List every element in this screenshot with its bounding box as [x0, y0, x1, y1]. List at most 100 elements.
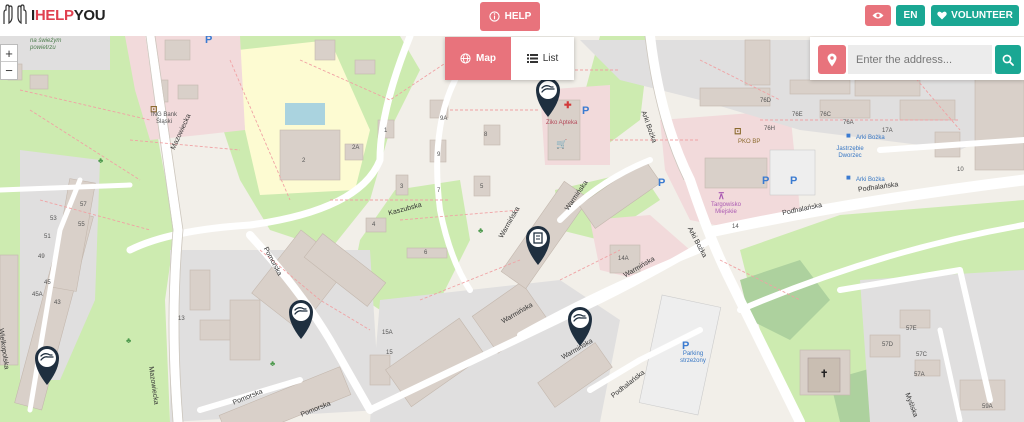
house-number: 76H [764, 126, 776, 132]
house-number: 2 [302, 158, 306, 164]
view-toggle: Map List [445, 37, 574, 80]
helping-hand-marker-icon [536, 78, 560, 117]
house-number: 15A [382, 330, 393, 336]
parking-icon: P [790, 175, 798, 187]
tree-icon: ♣ [270, 359, 276, 368]
parking-icon: P [762, 175, 770, 187]
help-request-marker[interactable] [287, 298, 315, 340]
house-number: 9 [437, 152, 441, 158]
house-number: 45 [44, 280, 51, 286]
marketplace-icon: ⊼ [718, 191, 725, 201]
map-view-tab[interactable]: Map [445, 37, 511, 80]
map-label-station: Jastrzębie Dworzec [836, 146, 864, 159]
house-number: 1 [384, 128, 388, 134]
map-label-market: Targowisko Miejskie [710, 202, 741, 215]
list-view-tab[interactable]: List [511, 37, 574, 80]
hands-logo-icon [3, 4, 27, 25]
help-request-marker[interactable] [534, 76, 562, 118]
house-number: 15 [386, 350, 393, 356]
church-icon: ✝ [820, 369, 829, 380]
house-number: 57 [80, 202, 87, 208]
house-number: 9A [440, 116, 448, 122]
eye-icon [872, 12, 884, 19]
house-number: 13 [178, 316, 185, 322]
map-label-bank: PKO BP [738, 139, 761, 145]
map-tiles [0, 36, 1024, 422]
house-number: 14A [618, 256, 629, 262]
pharmacy-icon: ✚ [564, 100, 572, 110]
address-input[interactable] [848, 45, 992, 74]
house-number: 55 [78, 222, 85, 228]
house-number: 76C [820, 112, 832, 118]
house-number: 5 [480, 184, 484, 190]
tree-icon: ♣ [478, 226, 484, 235]
house-number: 76D [760, 98, 772, 104]
top-bar: IHELPYOU HELP EN VOLUNTEER [0, 0, 1024, 36]
house-number: 57D [882, 342, 894, 348]
house-number: 45A [32, 292, 43, 298]
house-number: 2A [352, 145, 360, 151]
document-marker-icon [526, 226, 550, 265]
house-number: 10 [957, 167, 964, 173]
house-number: 57A [914, 372, 925, 378]
helping-hand-marker-icon [568, 307, 592, 346]
house-number: 7 [437, 188, 441, 194]
parking-icon: P [582, 105, 590, 117]
house-number: 8 [484, 132, 488, 138]
zoom-control: + − [0, 44, 18, 80]
house-number: 49 [38, 254, 45, 260]
info-icon [489, 11, 500, 22]
map-view-label: Map [476, 53, 496, 64]
help-button[interactable]: HELP [480, 2, 540, 31]
map-label-bank: ING Bank Śląski [150, 112, 177, 125]
map-pin-icon [827, 53, 837, 66]
volunteer-button[interactable]: VOLUNTEER [931, 5, 1019, 26]
house-number: 53 [50, 216, 57, 222]
help-request-marker[interactable] [524, 224, 552, 266]
map-label-bus-stop: Arki Bożka [856, 177, 885, 183]
accessibility-button[interactable] [865, 5, 891, 26]
map-label-pharmacy: Ziko Apteka [546, 120, 578, 126]
search-icon [1002, 54, 1014, 66]
map-canvas[interactable]: na świeżym powietrzu ⊡ ING Bank Śląski M… [0, 36, 1024, 422]
house-number: 6 [424, 250, 428, 256]
house-number: 59A [982, 404, 993, 410]
help-button-label: HELP [504, 11, 532, 22]
bank-icon: ⊡ [734, 126, 742, 136]
map-label-bus-stop: Arki Bożka [856, 135, 885, 141]
language-button[interactable]: EN [896, 5, 925, 26]
globe-icon [460, 53, 471, 64]
house-number: 76E [792, 112, 803, 118]
helping-hand-marker-icon [35, 346, 59, 385]
heart-icon [937, 11, 947, 20]
tree-icon: ♣ [98, 156, 104, 165]
parking-icon: P [205, 36, 213, 46]
zoom-in-button[interactable]: + [1, 45, 17, 62]
house-number: 3 [400, 184, 404, 190]
map-label-parking: Parking strzeżony [680, 351, 706, 364]
helping-hand-marker-icon [289, 300, 313, 339]
list-icon [526, 54, 538, 63]
map-label-green-area: na świeżym powietrzu [30, 38, 62, 51]
list-view-label: List [542, 53, 559, 64]
house-number: 43 [54, 300, 61, 306]
locate-button[interactable] [818, 45, 846, 74]
tree-icon: ♣ [126, 336, 132, 345]
search-button[interactable] [995, 45, 1021, 74]
shop-icon: 🛒 [556, 139, 568, 149]
bus-stop-icon: ■ [846, 173, 851, 182]
house-number: 57E [906, 326, 917, 332]
bus-stop-icon: ■ [846, 131, 851, 140]
help-request-marker[interactable] [566, 305, 594, 347]
house-number: 4 [372, 222, 376, 228]
house-number: 76A [843, 120, 854, 126]
zoom-out-button[interactable]: − [1, 62, 17, 79]
help-request-marker[interactable] [33, 344, 61, 386]
house-number: 14 [732, 224, 739, 230]
address-search-panel [810, 37, 1024, 80]
volunteer-button-label: VOLUNTEER [951, 10, 1013, 21]
house-number: 51 [44, 234, 51, 240]
house-number: 57C [916, 352, 928, 358]
app-logo[interactable]: IHELPYOU [2, 4, 106, 26]
house-number: 17A [882, 128, 893, 134]
